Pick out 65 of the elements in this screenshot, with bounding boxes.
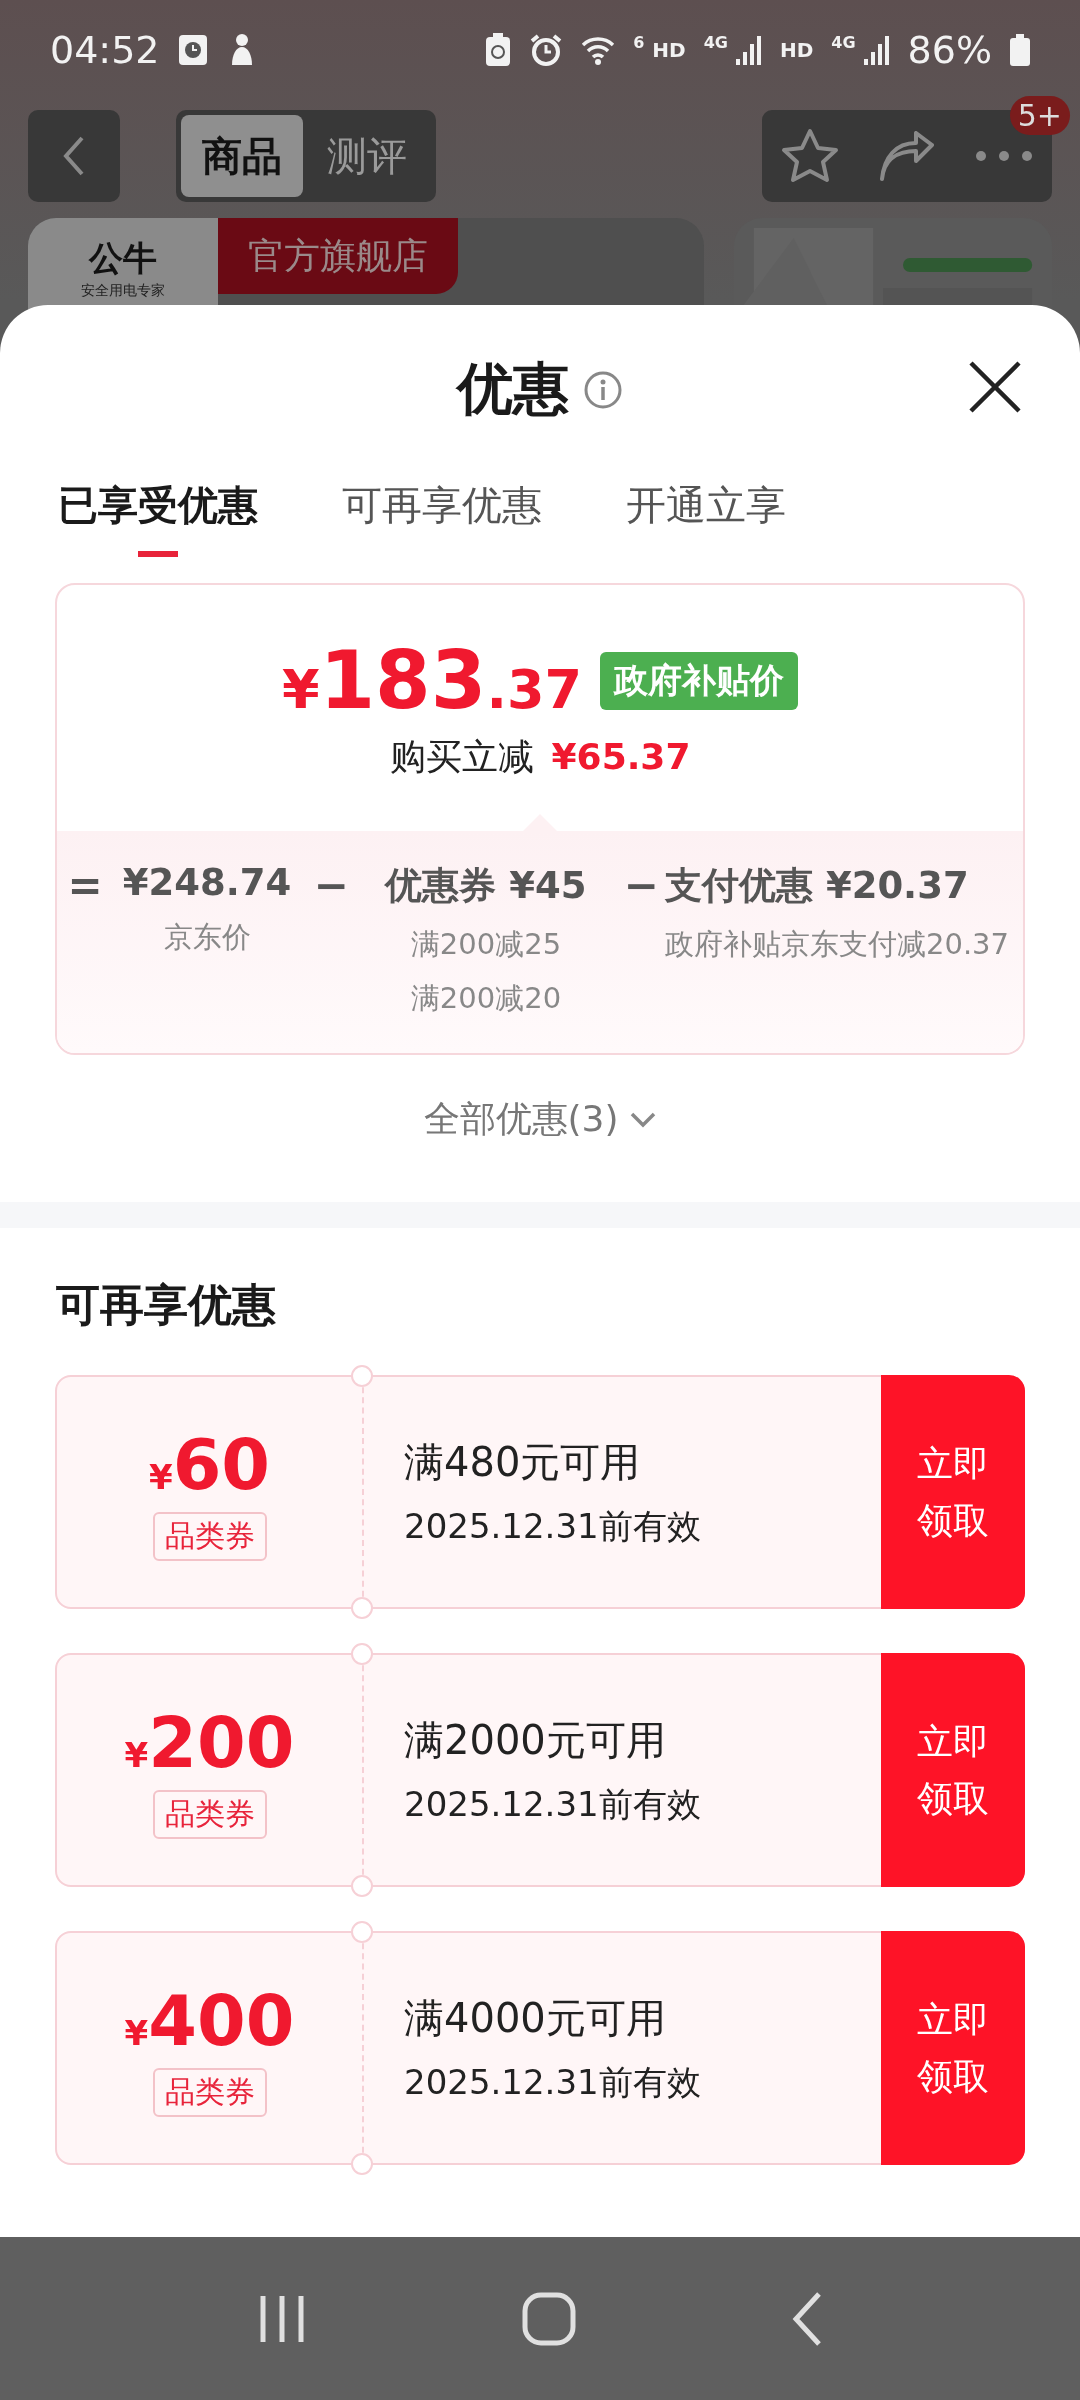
- coupon-condition: 满4000元可用: [404, 1993, 667, 2043]
- operator-sign: −: [622, 861, 660, 912]
- more-icon[interactable]: [974, 150, 1033, 162]
- battery-icon: [1010, 34, 1030, 66]
- clock-app-icon: [177, 34, 208, 66]
- operator-sign: =: [66, 861, 104, 912]
- coupon-type: 品类券: [152, 1511, 267, 1561]
- info-icon[interactable]: [583, 370, 623, 410]
- offer-tab[interactable]: 已享受优惠: [58, 475, 258, 557]
- chevron-left-icon: [62, 135, 86, 177]
- claim-button[interactable]: 立即领取: [881, 1931, 1025, 2166]
- offer-tab[interactable]: 开通立享: [626, 475, 786, 557]
- saving-label: 购买立减: [389, 735, 534, 779]
- chevron-down-icon: [628, 1110, 657, 1129]
- store-badge: 官方旗舰店: [218, 218, 458, 294]
- hd-label: HD: [652, 38, 686, 62]
- coupon-amount: ¥60: [148, 1423, 271, 1506]
- coupon-type: 品类券: [152, 1789, 267, 1839]
- hd-label: HD: [779, 38, 814, 62]
- component-note: 京东价: [163, 919, 251, 956]
- network-label: 4G: [703, 32, 728, 52]
- signal-icon: [735, 35, 762, 65]
- clock: 04:52: [50, 28, 160, 72]
- signal-icon: [863, 35, 890, 65]
- page-tab[interactable]: 测评: [303, 115, 431, 197]
- back-icon[interactable]: [790, 2290, 823, 2347]
- wifi-icon: [581, 35, 616, 65]
- sheet-title: 优惠: [457, 355, 569, 423]
- coupon-amount: ¥400: [124, 1979, 295, 2062]
- back-button[interactable]: [28, 110, 120, 202]
- component-note: 满200减20: [410, 980, 562, 1018]
- operator-sign: −: [312, 861, 350, 912]
- section-title: 可再享优惠: [55, 1278, 277, 1333]
- claim-button[interactable]: 立即领取: [881, 1375, 1025, 1610]
- battery-percent: 86%: [907, 28, 992, 72]
- price-component: ¥248.74: [122, 861, 292, 904]
- coupon-validity: 2025.12.31前有效: [404, 1504, 702, 1548]
- coupon-condition: 满2000元可用: [404, 1715, 667, 1765]
- subsidy-tag: 政府补贴价: [600, 651, 799, 710]
- component-note: 满200减25: [410, 926, 562, 963]
- price-component: 支付优惠 ¥20.37: [665, 863, 969, 909]
- coupon-type: 品类券: [152, 2067, 267, 2117]
- page-tab[interactable]: 商品: [181, 115, 303, 197]
- battery-saver-icon: [485, 33, 512, 67]
- saving-amount: ¥65.37: [551, 736, 691, 777]
- share-icon[interactable]: [878, 131, 936, 181]
- offer-tab[interactable]: 可再享优惠: [342, 475, 542, 557]
- price-component: 优惠券 ¥45: [385, 863, 587, 909]
- component-note: 政府补贴京东支付减20.37: [665, 926, 1010, 963]
- coupon-condition: 满480元可用: [404, 1437, 642, 1487]
- wifi-label: 6: [633, 32, 645, 52]
- brand-tagline: 安全用电专家: [81, 282, 165, 300]
- coupon-amount: ¥200: [124, 1701, 295, 1784]
- network-label: 4G: [831, 32, 856, 52]
- notification-badge: 5+: [1009, 96, 1070, 135]
- star-icon[interactable]: [781, 128, 840, 184]
- coupon-validity: 2025.12.31前有效: [404, 2060, 702, 2104]
- claim-button[interactable]: 立即领取: [881, 1653, 1025, 1888]
- coupon-validity: 2025.12.31前有效: [404, 1782, 702, 1826]
- all-offers-link[interactable]: 全部优惠(3): [423, 1095, 657, 1145]
- final-price: ¥183.37: [281, 634, 583, 727]
- brand-name: 公牛: [89, 237, 157, 280]
- close-icon[interactable]: [968, 360, 1022, 414]
- alarm-icon: [529, 33, 564, 67]
- home-icon[interactable]: [522, 2291, 576, 2346]
